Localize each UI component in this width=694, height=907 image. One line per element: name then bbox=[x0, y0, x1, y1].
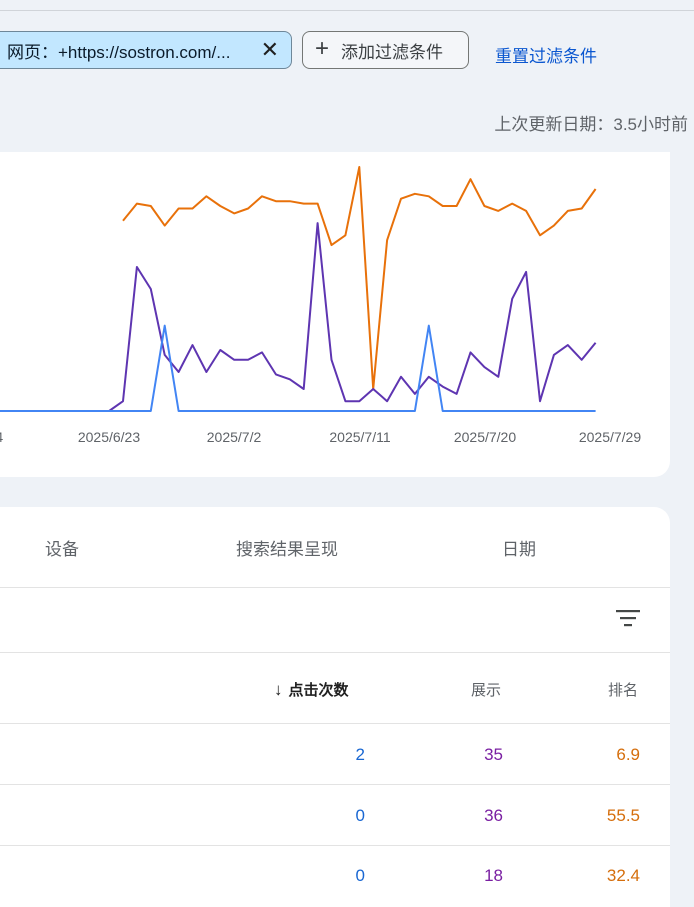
divider bbox=[0, 845, 670, 846]
plus-icon: + bbox=[315, 34, 330, 62]
table-card bbox=[0, 507, 670, 907]
arrow-down-icon: ↓ bbox=[274, 680, 283, 699]
filter-rows-icon[interactable] bbox=[615, 608, 641, 628]
x-tick-label: 2025/7/11 bbox=[329, 429, 390, 445]
close-icon[interactable]: ✕ bbox=[261, 38, 279, 62]
divider bbox=[0, 652, 670, 653]
last-updated-text: 上次更新日期：3.5小时前 bbox=[494, 115, 688, 134]
header-position[interactable]: 排名 bbox=[608, 679, 638, 700]
header-clicks[interactable]: ↓ 点击次数 bbox=[274, 679, 349, 700]
header-impressions[interactable]: 展示 bbox=[471, 679, 501, 700]
divider bbox=[0, 784, 670, 785]
tab-date[interactable]: 日期 bbox=[502, 535, 536, 560]
add-filter-label: 添加过滤条件 bbox=[341, 42, 444, 62]
performance-chart: 2025/6/14 2025/6/23 2025/7/2 2025/7/11 2025/… bbox=[0, 166, 641, 445]
cell-clicks: 0 bbox=[355, 806, 365, 825]
active-filter-chip[interactable]: 网页：+https://sostron.com/... ✕ bbox=[0, 31, 292, 69]
x-tick-label: 2025/7/29 bbox=[579, 429, 641, 445]
reset-filters-link[interactable]: 重置过滤条件 bbox=[495, 42, 597, 67]
cell-clicks: 2 bbox=[355, 745, 365, 764]
series-line-2 bbox=[0, 324, 596, 412]
divider bbox=[0, 587, 670, 588]
tab-device[interactable]: 设备 bbox=[45, 535, 79, 560]
divider bbox=[0, 723, 670, 724]
x-tick-label: 2025/6/14 bbox=[0, 429, 3, 445]
series-line-0 bbox=[122, 166, 597, 390]
top-divider bbox=[0, 10, 694, 11]
cell-impressions: 35 bbox=[484, 745, 503, 764]
cell-impressions: 18 bbox=[484, 866, 503, 885]
cell-impressions: 36 bbox=[484, 806, 503, 825]
cell-position: 6.9 bbox=[616, 745, 640, 764]
add-filter-button[interactable]: + 添加过滤条件 bbox=[302, 31, 469, 69]
x-tick-label: 2025/7/20 bbox=[454, 429, 516, 445]
cell-position: 32.4 bbox=[606, 866, 640, 885]
cell-clicks: 0 bbox=[355, 866, 365, 885]
series-line-1 bbox=[0, 222, 597, 412]
tab-search-appearance[interactable]: 搜索结果呈现 bbox=[236, 535, 338, 560]
filter-chip-label: 网页：+https://sostron.com/... bbox=[7, 42, 231, 62]
header-clicks-label: 点击次数 bbox=[288, 682, 349, 699]
x-tick-label: 2025/6/23 bbox=[78, 429, 140, 445]
x-tick-label: 2025/7/2 bbox=[207, 429, 262, 445]
cell-position: 55.5 bbox=[606, 806, 640, 825]
